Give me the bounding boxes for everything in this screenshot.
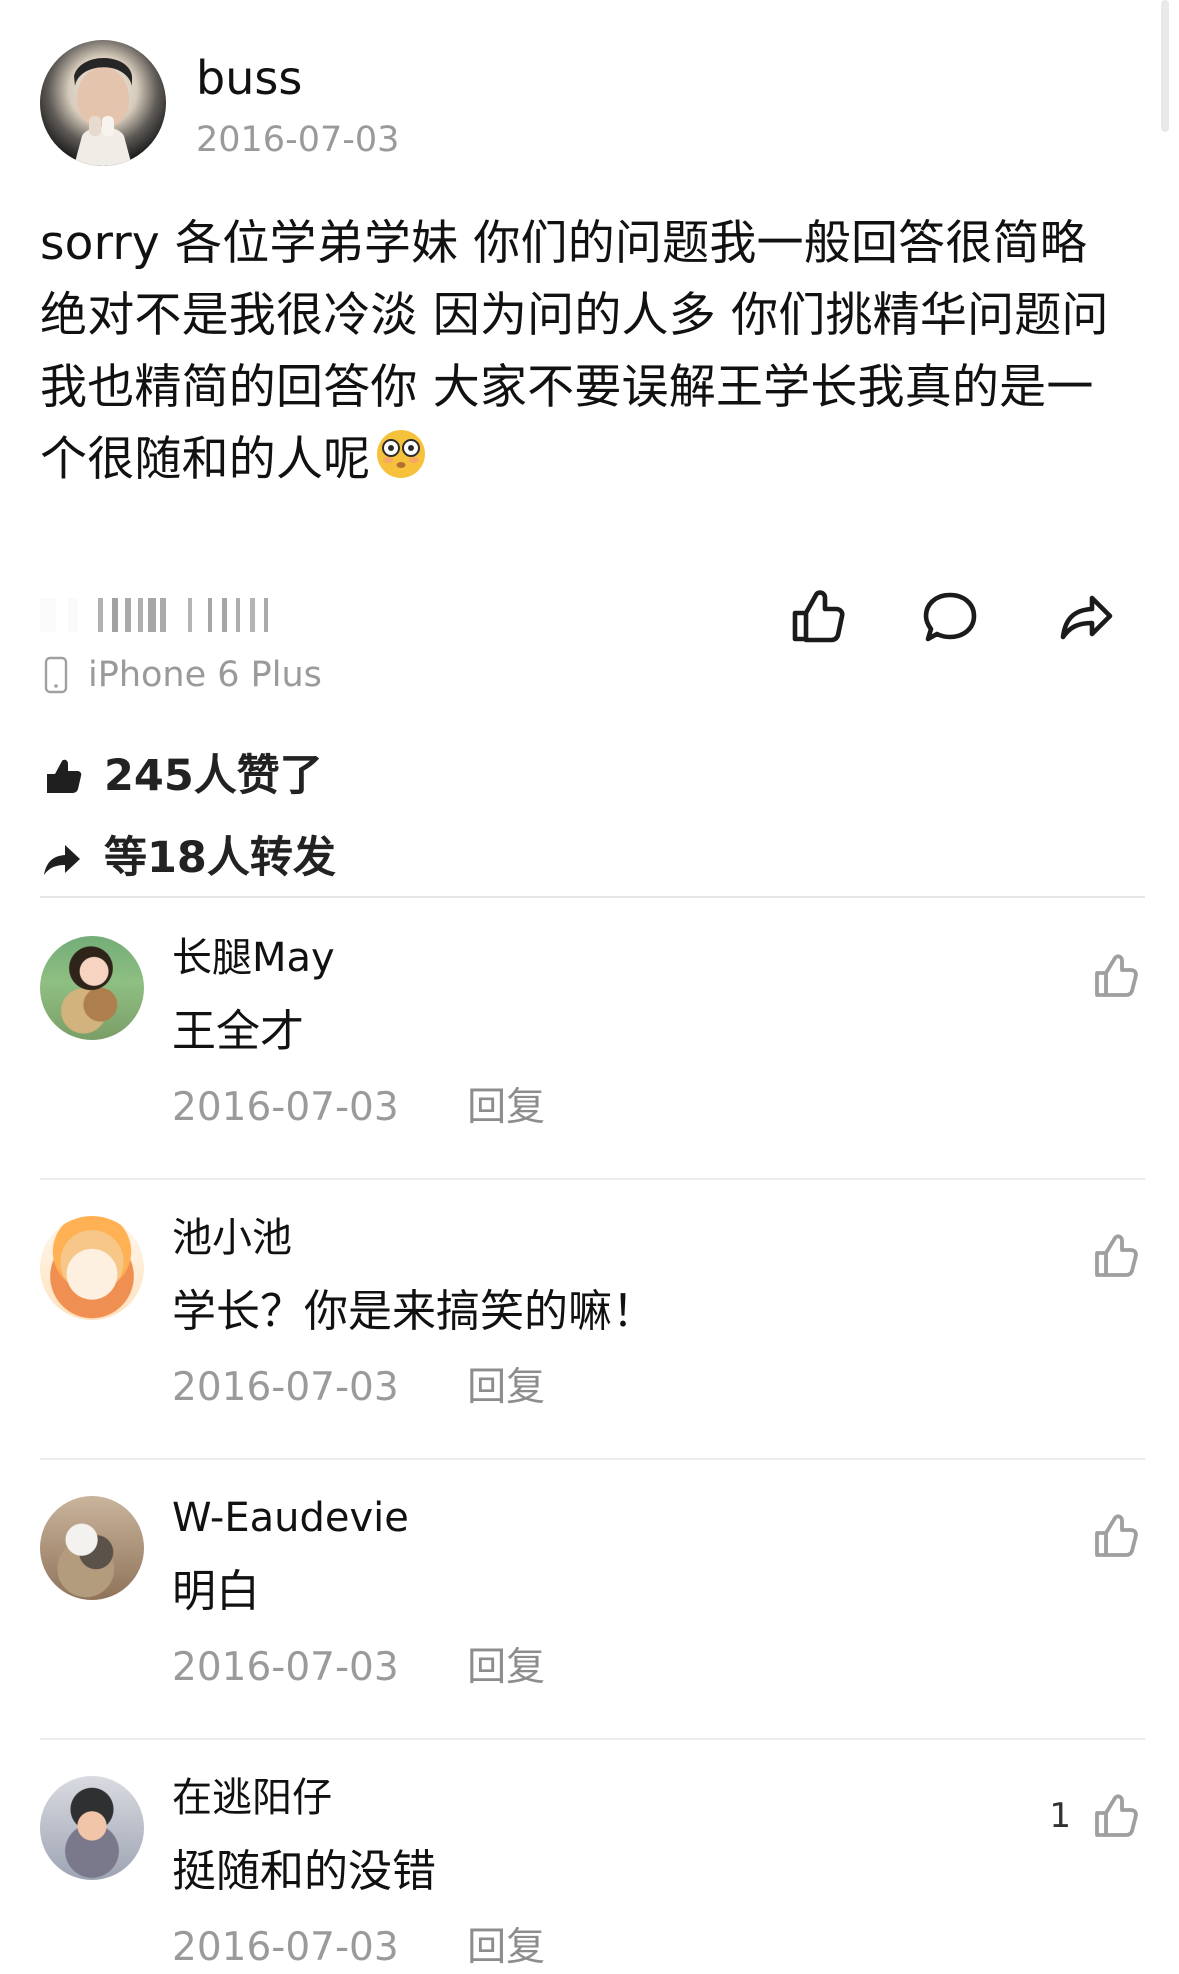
post-content: sorry 各位学弟学妹 你们的问题我一般回答很简略绝对不是我很冷淡 因为问的人… [40,208,1125,496]
reply-button[interactable]: 回复 [467,1360,545,1416]
comment-like-count: 1 [1049,1796,1071,1836]
comment-divider [40,1738,1145,1740]
flushed-face-icon [374,427,428,481]
likes-count: 245人赞了 [104,751,323,801]
comment-avatar[interactable] [40,936,144,1040]
thumb-up-icon [1095,1514,1138,1557]
comment-date: 2016-07-03 [172,1365,399,1410]
comment-meta: 2016-07-03 回复 [172,1080,545,1136]
comment-avatar[interactable] [40,1496,144,1600]
comment-text: 明白 [172,1566,260,1617]
post-actions [777,580,1137,660]
share-icon [1060,595,1113,640]
comment-author-name[interactable]: W-Eaudevie [172,1488,409,1548]
comments-divider-top [40,896,1145,898]
comment-like-button[interactable] [1083,1786,1145,1848]
comment-date: 2016-07-03 [172,1645,399,1690]
device-line: iPhone 6 Plus [40,652,322,698]
likes-stat[interactable]: 245人赞了 [40,748,1145,804]
comment-like-button[interactable] [1083,1226,1145,1288]
post-date: 2016-07-03 [196,120,400,160]
engagement-stats: 245人赞了 等18人转发 [40,748,1145,912]
blurred-source-strip [40,588,290,642]
comment-text: 王全才 [172,1006,304,1057]
comment-item: 长腿May 王全才 2016-07-03 回复 [40,928,1145,1208]
thumb-up-icon [1095,954,1138,997]
thumb-up-icon [1095,1794,1138,1837]
comment-author-name[interactable]: 在逃阳仔 [172,1768,332,1828]
post-header: buss 2016-07-03 [40,40,940,172]
comment-item: W-Eaudevie 明白 2016-07-03 回复 [40,1488,1145,1768]
comment-like-button[interactable] [1083,1506,1145,1568]
share-button[interactable] [1049,580,1123,654]
comment-date: 2016-07-03 [172,1925,399,1970]
vertical-scrollbar[interactable] [1161,0,1169,132]
reply-button[interactable]: 回复 [467,1920,545,1974]
share-filled-icon [40,837,84,881]
comment-divider [40,1178,1145,1180]
comment-button[interactable] [913,580,987,654]
post-meta-row: iPhone 6 Plus [40,580,1145,700]
comment-text: 挺随和的没错 [172,1846,436,1897]
post-text: sorry 各位学弟学妹 你们的问题我一般回答很简略绝对不是我很冷淡 因为问的人… [40,216,1109,487]
comment-item: 池小池 学长？你是来搞笑的嘛！ 2016-07-03 回复 [40,1208,1145,1488]
like-button[interactable] [777,580,851,654]
thumb-up-icon [1095,1234,1138,1277]
comment-icon [923,592,977,642]
comment-author-name[interactable]: 池小池 [172,1208,292,1268]
comment-avatar[interactable] [40,1216,144,1320]
comment-avatar[interactable] [40,1776,144,1880]
app-root: buss 2016-07-03 sorry 各位学弟学妹 你们的问题我一般回答很… [0,0,1179,1974]
comment-item: 在逃阳仔 挺随和的没错 2016-07-03 回复 1 [40,1768,1145,1974]
comment-meta: 2016-07-03 回复 [172,1640,545,1696]
comment-divider [40,1458,1145,1460]
author-name[interactable]: buss [196,50,302,106]
reply-button[interactable]: 回复 [467,1080,545,1136]
comment-meta: 2016-07-03 回复 [172,1360,545,1416]
comment-like-button[interactable] [1083,946,1145,1008]
thumb-up-icon [792,590,845,643]
comment-meta: 2016-07-03 回复 [172,1920,545,1974]
shares-stat[interactable]: 等18人转发 [40,830,1145,886]
thumb-up-filled-icon [40,755,84,799]
phone-icon [40,655,72,695]
author-avatar[interactable] [40,40,166,166]
comment-text: 学长？你是来搞笑的嘛！ [172,1286,656,1337]
device-name: iPhone 6 Plus [88,655,322,695]
shares-count: 等18人转发 [104,833,336,883]
comment-author-name[interactable]: 长腿May [172,928,335,988]
reply-button[interactable]: 回复 [467,1640,545,1696]
comment-date: 2016-07-03 [172,1085,399,1130]
